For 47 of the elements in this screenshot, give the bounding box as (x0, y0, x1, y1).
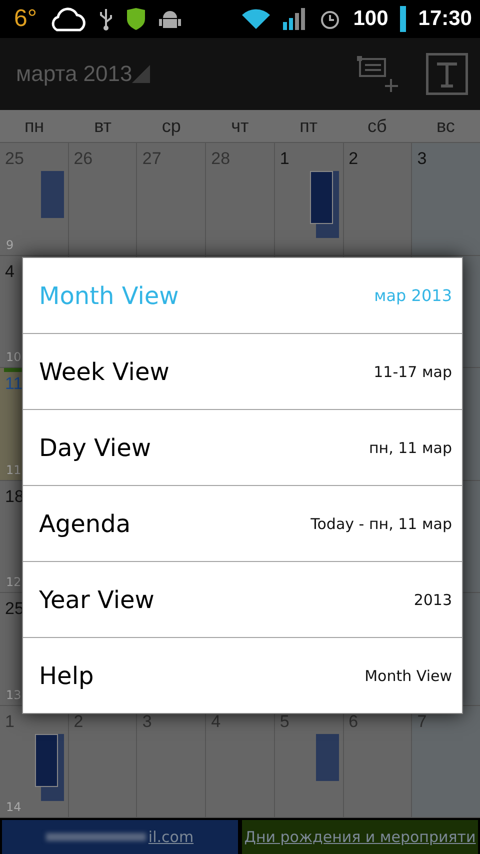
dropdown-corner-icon (132, 65, 150, 83)
weekday-label: ср (160, 116, 182, 136)
shield-icon (124, 7, 147, 31)
alarm-icon (319, 8, 342, 30)
weekday-label: пн (23, 116, 46, 136)
day-number[interactable]: 11 (5, 374, 23, 394)
calendar-name: Дни рождения и мероприяти (244, 828, 476, 846)
signal-icon (283, 8, 308, 30)
day-number[interactable]: 2 (348, 149, 358, 169)
week-number: 11 (6, 462, 22, 476)
menu-item[interactable]: Month View мар 2013 (23, 258, 462, 333)
day-number[interactable]: 1 (280, 149, 290, 169)
menu-item[interactable]: Week View 11-17 мар (23, 333, 462, 409)
android-icon (158, 8, 181, 30)
clock: 17:30 (418, 7, 472, 31)
week-number: 10 (6, 350, 22, 364)
usb-icon (98, 7, 113, 31)
new-event-icon (356, 55, 400, 93)
battery-icon (400, 6, 406, 32)
weekday-label: сб (366, 116, 388, 136)
week-number: 9 (6, 238, 14, 252)
event-blocks-drawing[interactable] (34, 734, 64, 800)
day-number[interactable]: 4 (5, 262, 14, 282)
text-icon (426, 53, 468, 95)
day-cell[interactable]: 2 (344, 143, 412, 254)
day-number[interactable]: 3 (417, 149, 427, 169)
temperature: 6° (14, 5, 37, 33)
battery-level: 100 (353, 7, 388, 31)
day-cell[interactable]: 1 (274, 143, 343, 254)
menu-item[interactable]: Day View пн, 11 мар (23, 409, 462, 485)
week-number: 14 (6, 800, 22, 814)
weekday-label: пт (298, 116, 319, 136)
weekday-label: чт (230, 116, 250, 136)
week-number: 12 (6, 575, 22, 589)
month-title[interactable]: марта 2013 (16, 61, 132, 87)
calendar-chip[interactable]: Дни рождения и мероприяти (242, 820, 478, 854)
day-cell[interactable]: 3 (412, 143, 480, 254)
weekday-label: вс (436, 116, 456, 136)
menu-item[interactable]: Year View 2013 (23, 561, 462, 637)
event-blocks-drawing[interactable] (310, 171, 339, 238)
menu-item[interactable]: Agenda Today - пн, 11 мар (23, 485, 462, 561)
weekday-label: вт (93, 116, 113, 136)
wifi-icon (241, 8, 272, 30)
calendar-chip[interactable]: il.com (2, 820, 238, 854)
week-number: 13 (6, 688, 22, 702)
menu-item[interactable]: Help Month View (23, 637, 462, 713)
calendar-name: il.com (148, 828, 194, 846)
